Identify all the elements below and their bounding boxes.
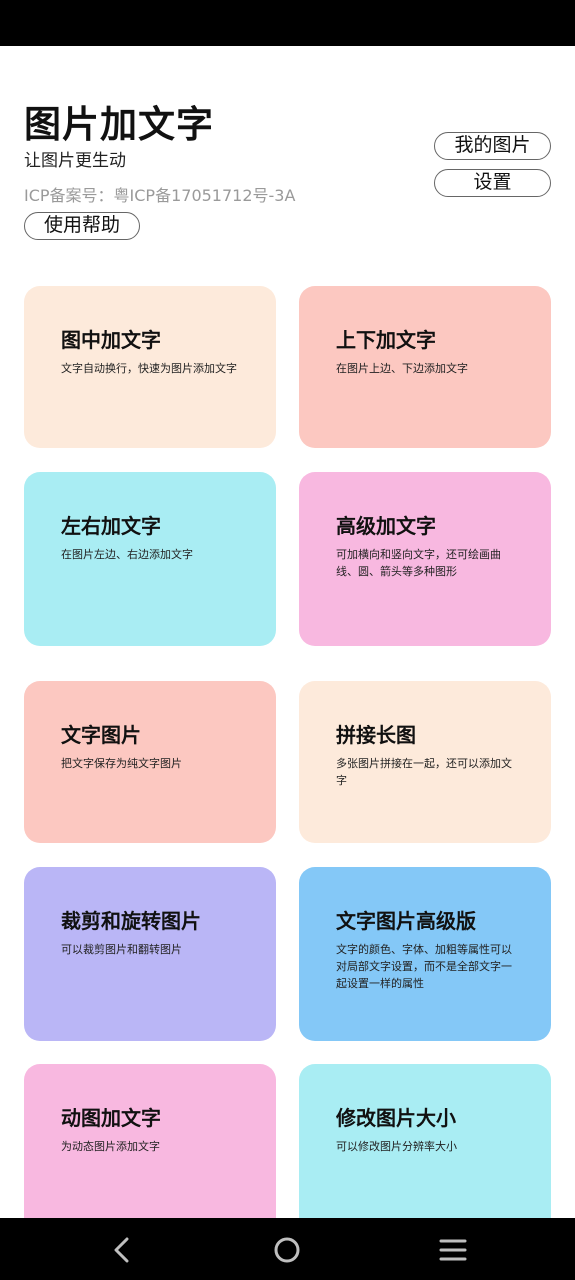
- card-description: 为动态图片添加文字: [61, 1140, 160, 1153]
- card-title: 上下加文字: [336, 328, 436, 352]
- card-top-bottom-text[interactable]: 上下加文字 在图片上边、下边添加文字: [299, 286, 551, 448]
- card-text-in-image[interactable]: 图中加文字 文字自动换行，快速为图片添加文字: [24, 286, 276, 448]
- menu-icon: [439, 1239, 467, 1261]
- card-title: 修改图片大小: [336, 1106, 456, 1130]
- app-title: 图片加文字: [24, 103, 214, 146]
- card-description: 可以裁剪图片和翻转图片: [61, 943, 182, 956]
- card-advanced-text[interactable]: 高级加文字 可加横向和竖向文字，还可绘画曲线、圆、箭头等多种图形: [299, 472, 551, 646]
- card-crop-rotate[interactable]: 裁剪和旋转图片 可以裁剪图片和翻转图片: [24, 867, 276, 1041]
- card-description: 文字自动换行，快速为图片添加文字: [61, 362, 237, 375]
- recent-apps-button[interactable]: [433, 1230, 473, 1270]
- app-header: 图片加文字 让图片更生动 ICP备案号：粤ICP备17051712号-3A 使用…: [0, 46, 575, 286]
- card-title: 图中加文字: [61, 328, 161, 352]
- back-button[interactable]: [102, 1230, 142, 1270]
- card-title: 文字图片高级版: [336, 909, 476, 933]
- card-description: 可加横向和竖向文字，还可绘画曲线、圆、箭头等多种图形: [336, 548, 501, 578]
- card-description: 可以修改图片分辨率大小: [336, 1140, 457, 1153]
- help-button[interactable]: 使用帮助: [24, 212, 140, 240]
- status-bar: [0, 0, 575, 46]
- card-title: 裁剪和旋转图片: [61, 909, 201, 933]
- my-images-button[interactable]: 我的图片: [434, 132, 551, 160]
- card-description: 把文字保存为纯文字图片: [61, 757, 182, 770]
- card-gif-text[interactable]: 动图加文字 为动态图片添加文字: [24, 1064, 276, 1238]
- card-title: 动图加文字: [61, 1106, 161, 1130]
- card-description: 文字的颜色、字体、加粗等属性可以对局部文字设置，而不是全部文字一起设置一样的属性: [336, 943, 512, 990]
- back-icon: [114, 1237, 129, 1263]
- settings-button[interactable]: 设置: [434, 169, 551, 197]
- system-nav-bar: [0, 1218, 575, 1280]
- card-text-image[interactable]: 文字图片 把文字保存为纯文字图片: [24, 681, 276, 843]
- card-resize-image[interactable]: 修改图片大小 可以修改图片分辨率大小: [299, 1064, 551, 1238]
- card-text-image-advanced[interactable]: 文字图片高级版 文字的颜色、字体、加粗等属性可以对局部文字设置，而不是全部文字一…: [299, 867, 551, 1041]
- card-long-image-stitch[interactable]: 拼接长图 多张图片拼接在一起，还可以添加文字: [299, 681, 551, 843]
- home-button[interactable]: [267, 1230, 307, 1270]
- card-left-right-text[interactable]: 左右加文字 在图片左边、右边添加文字: [24, 472, 276, 646]
- app-subtitle: 让图片更生动: [24, 151, 126, 171]
- icp-record-text: ICP备案号：粤ICP备17051712号-3A: [24, 186, 296, 205]
- card-title: 高级加文字: [336, 514, 436, 538]
- card-description: 在图片上边、下边添加文字: [336, 362, 468, 375]
- home-icon: [274, 1237, 300, 1263]
- card-title: 拼接长图: [336, 723, 416, 747]
- card-title: 文字图片: [61, 723, 141, 747]
- card-title: 左右加文字: [61, 514, 161, 538]
- card-description: 多张图片拼接在一起，还可以添加文字: [336, 757, 512, 787]
- card-description: 在图片左边、右边添加文字: [61, 548, 193, 561]
